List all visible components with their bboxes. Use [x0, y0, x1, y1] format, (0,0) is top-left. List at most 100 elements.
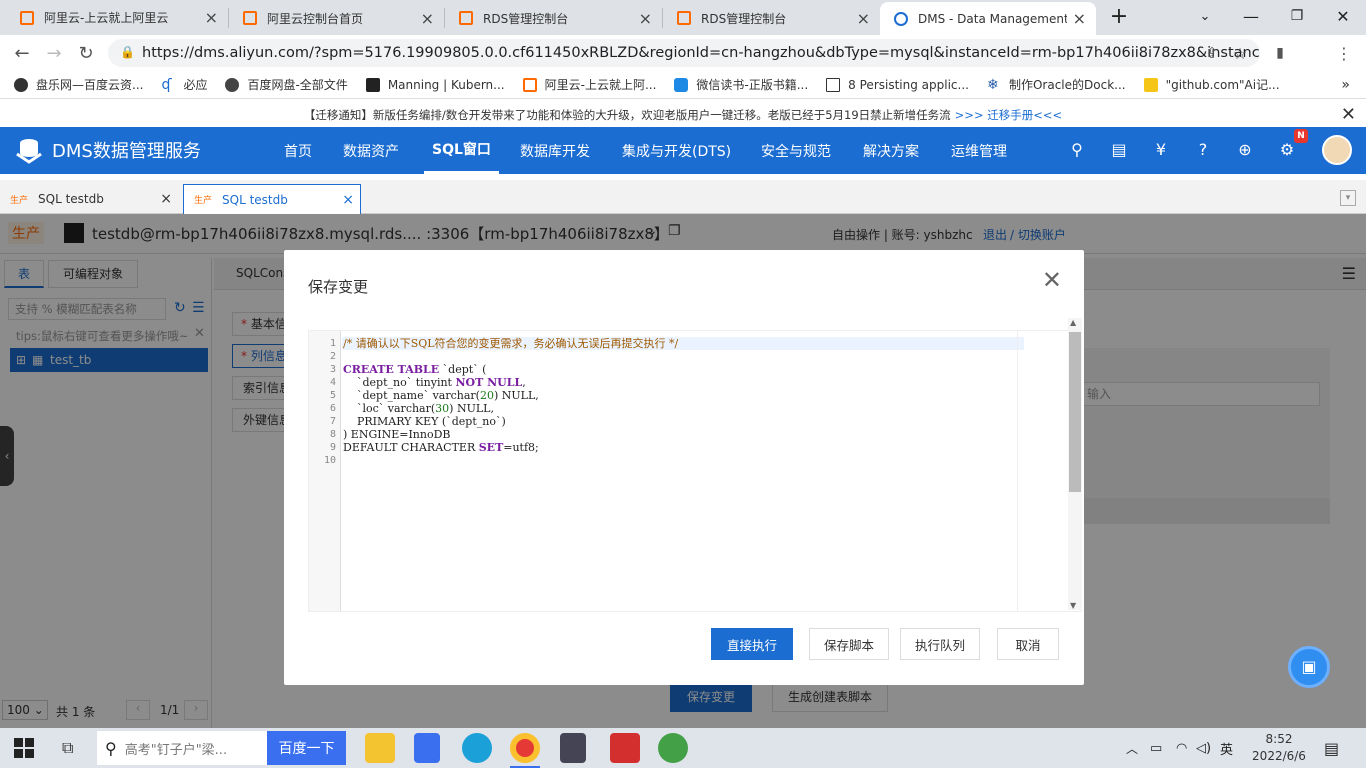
file-explorer-icon[interactable] — [365, 733, 395, 763]
menu-db-dev[interactable]: 数据库开发 — [520, 127, 590, 174]
baidu-search-button[interactable]: 百度一下 — [267, 731, 346, 765]
red-hat-icon[interactable] — [610, 733, 640, 763]
dms-logo-icon — [16, 139, 42, 164]
lock-icon: 🔒 — [120, 45, 135, 59]
chrome-icon[interactable] — [510, 733, 540, 763]
tray-chevron-icon[interactable]: ︿ — [1126, 728, 1138, 768]
menu-home[interactable]: 首页 — [284, 127, 312, 174]
window-close-icon[interactable]: ✕ — [1320, 0, 1366, 32]
menu-integration-dts[interactable]: 集成与开发(DTS) — [622, 127, 731, 174]
clock[interactable]: 8:52 2022/6/6 — [1248, 731, 1310, 765]
close-icon[interactable]: × — [421, 9, 434, 28]
bookmark-item[interactable]: 盘乐网—百度云资... — [14, 76, 143, 93]
migration-manual-link[interactable]: >>> 迁移手册<<< — [955, 107, 1062, 123]
edge-icon[interactable] — [462, 733, 492, 763]
share-icon[interactable]: ⇪ — [1200, 41, 1224, 65]
battery-icon[interactable]: ▭ — [1150, 728, 1162, 768]
clock-date: 2022/6/6 — [1252, 749, 1306, 763]
tab-search-icon[interactable]: ⌄ — [1182, 0, 1228, 32]
bookmark-label: "github.com"Ai记... — [1165, 78, 1280, 92]
bookmark-star-icon[interactable]: ☆ — [1228, 41, 1252, 65]
clock-time: 8:52 — [1265, 732, 1293, 746]
restore-icon[interactable]: ❐ — [1274, 0, 1320, 32]
browser-tab[interactable]: RDS管理控制台 × — [662, 8, 880, 28]
close-icon[interactable]: × — [342, 192, 354, 208]
gear-icon[interactable]: ⚙ — [1277, 140, 1297, 160]
bookmark-label: 阿里云-上云就上阿... — [544, 78, 657, 92]
note-icon — [1143, 77, 1158, 92]
volume-icon[interactable]: ◁) — [1196, 728, 1211, 768]
line-gutter: 1 2 3 4 5 6 7 8 9 10 — [309, 331, 341, 611]
windows-start-icon[interactable] — [14, 738, 34, 758]
document-icon[interactable]: ▤ — [1109, 140, 1129, 160]
browser-menu-icon[interactable]: ⋮ — [1332, 41, 1356, 65]
bookmark-item[interactable]: 8 Persisting applic... — [826, 77, 969, 92]
reload-icon[interactable]: ↻ — [74, 41, 98, 65]
scroll-up-icon[interactable]: ▲ — [1070, 318, 1076, 327]
execution-queue-button[interactable]: 执行队列 — [900, 628, 980, 660]
taskbar-search-input[interactable]: ⚲ 高考"钉子户"梁... — [97, 731, 267, 765]
address-bar-row: ← → ↻ 🔒 https://dms.aliyun.com/?spm=5176… — [0, 35, 1366, 98]
menu-security[interactable]: 安全与规范 — [761, 127, 831, 174]
side-panel-icon[interactable]: ▮ — [1268, 41, 1292, 65]
editor-scrollbar[interactable] — [1017, 331, 1027, 611]
sql-tab-active[interactable]: 生产 SQL testdb × — [183, 184, 361, 214]
close-icon[interactable]: × — [639, 9, 652, 28]
close-icon[interactable]: ✕ — [1042, 266, 1062, 294]
close-icon[interactable]: ✕ — [1341, 104, 1356, 125]
search-text: 高考"钉子户"梁... — [124, 742, 228, 758]
sql-tab[interactable]: 生产 SQL testdb × — [0, 184, 180, 214]
virtualbox-icon[interactable] — [560, 733, 586, 763]
wifi-icon[interactable]: ◠ — [1176, 728, 1187, 768]
back-icon[interactable]: ← — [10, 41, 34, 65]
sql-preview-editor[interactable]: 1 2 3 4 5 6 7 8 9 10 /* 请确认以下SQL符合您的变更需求，务必确认无误后再… — [308, 330, 1082, 612]
ime-indicator[interactable]: 英 — [1220, 728, 1233, 768]
menu-solutions[interactable]: 解决方案 — [863, 127, 919, 174]
bookmark-item[interactable]: ʠ 必应 — [161, 76, 207, 93]
network-app-icon[interactable] — [414, 733, 440, 763]
browser-tab-title: DMS - Data Management — [918, 11, 1067, 26]
bookmark-item[interactable]: 阿里云-上云就上阿... — [522, 76, 657, 93]
bookmark-item[interactable]: "github.com"Ai记... — [1143, 76, 1280, 93]
user-avatar[interactable] — [1322, 135, 1352, 165]
browser-tab-active[interactable]: DMS - Data Management × — [880, 2, 1096, 35]
bill-icon[interactable]: ¥ — [1151, 140, 1171, 160]
notifications-icon[interactable]: ▤ — [1324, 728, 1339, 768]
browser-tab[interactable]: 阿里云控制台首页 × — [228, 8, 444, 28]
close-icon[interactable]: × — [857, 9, 870, 28]
bookmark-item[interactable]: 百度网盘-全部文件 — [225, 76, 348, 93]
close-icon[interactable]: × — [1073, 9, 1086, 28]
more-bookmarks-icon[interactable]: » — [1341, 77, 1350, 93]
menu-sql-window[interactable]: SQL窗口 — [424, 127, 499, 174]
dms-logo[interactable]: DMS数据管理服务 — [14, 136, 201, 164]
line-number: 3 — [329, 364, 336, 375]
assistant-float-icon[interactable]: ▣ — [1288, 646, 1330, 688]
bookmark-item[interactable]: 微信读书-正版书籍... — [674, 76, 808, 93]
globe-icon[interactable]: ⊕ — [1235, 140, 1255, 160]
scrollbar-thumb[interactable] — [1069, 332, 1081, 492]
cancel-button[interactable]: 取消 — [997, 628, 1059, 660]
close-icon[interactable]: × — [160, 191, 172, 207]
save-script-button[interactable]: 保存脚本 — [809, 628, 889, 660]
code-line: /* 请确认以下SQL符合您的变更需求，务必确认无误后再提交执行 */ — [343, 337, 679, 350]
browser-tab[interactable]: 阿里云-上云就上阿里云 × — [6, 0, 228, 35]
bookmark-item[interactable]: Manning | Kubern... — [365, 77, 505, 92]
app-icon[interactable] — [658, 733, 688, 763]
execute-directly-button[interactable]: 直接执行 — [711, 628, 793, 660]
task-view-icon[interactable]: ⧉ — [62, 738, 73, 758]
search-icon[interactable]: ⚲ — [1067, 140, 1087, 160]
menu-ops[interactable]: 运维管理 — [951, 127, 1007, 174]
help-icon[interactable]: ? — [1193, 140, 1213, 160]
close-icon[interactable]: × — [205, 8, 218, 27]
forward-icon[interactable]: → — [42, 41, 66, 65]
menu-data-assets[interactable]: 数据资产 — [343, 127, 399, 174]
minimize-icon[interactable]: — — [1228, 0, 1274, 32]
dialog-scrollbar[interactable]: ▲ ▼ — [1068, 318, 1082, 610]
tab-dropdown-icon[interactable]: ▾ — [1340, 190, 1356, 206]
scroll-down-icon[interactable]: ▼ — [1070, 601, 1076, 610]
notification-badge: N — [1294, 129, 1308, 143]
url-field[interactable]: 🔒 https://dms.aliyun.com/?spm=5176.19909… — [108, 39, 1260, 67]
new-tab-icon[interactable]: + — [1096, 0, 1142, 32]
bookmark-item[interactable]: ❄ 制作Oracle的Dock... — [987, 76, 1126, 93]
browser-tab[interactable]: RDS管理控制台 × — [444, 8, 662, 28]
